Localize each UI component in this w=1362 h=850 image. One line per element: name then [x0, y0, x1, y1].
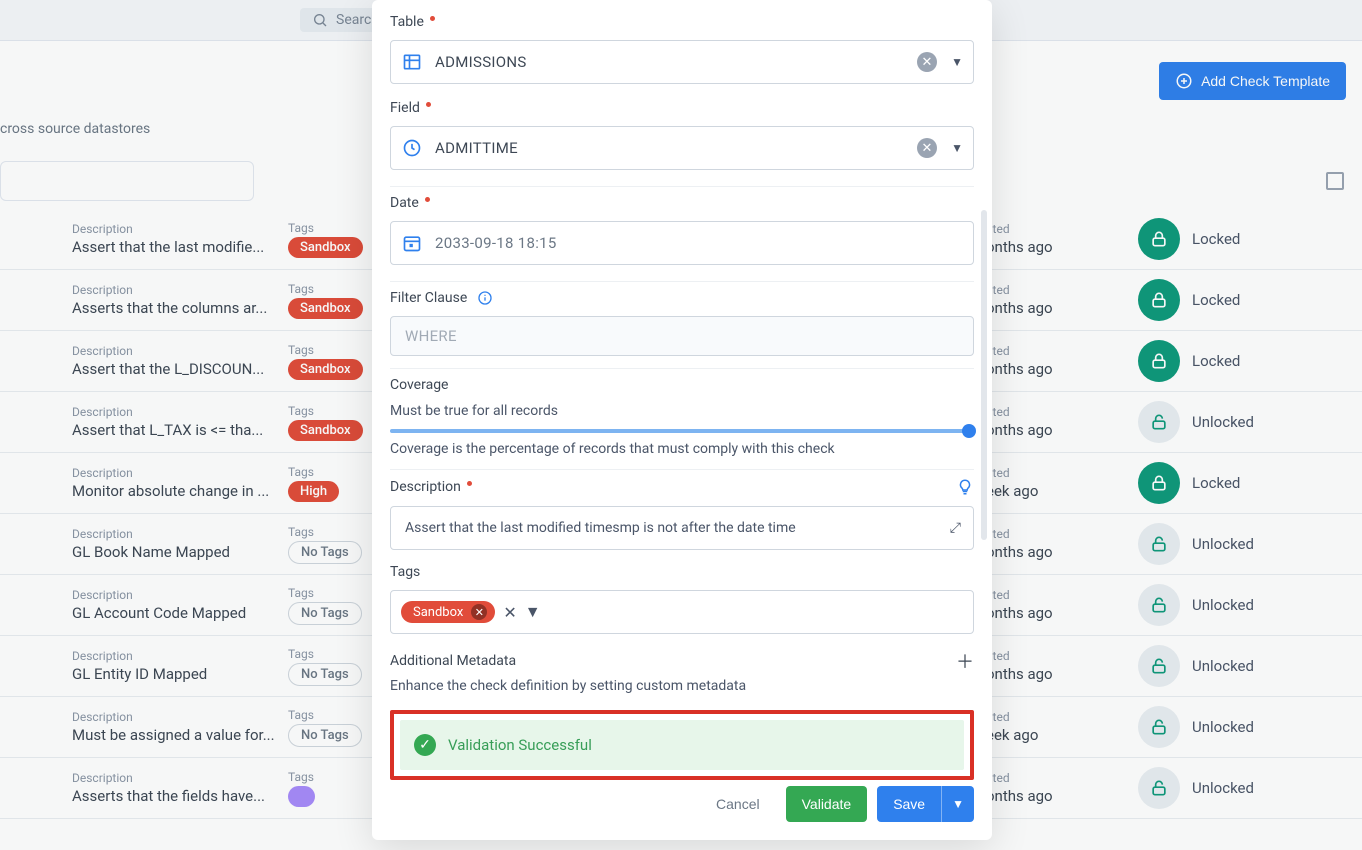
- filter-label: Filter Clause: [390, 290, 974, 306]
- calendar-icon: [401, 232, 423, 254]
- divider: [390, 469, 974, 470]
- info-icon[interactable]: [477, 290, 493, 306]
- field-select[interactable]: ADMITTIME ✕ ▼: [390, 126, 974, 170]
- coverage-line1: Must be true for all records: [390, 403, 974, 419]
- table-select[interactable]: ADMISSIONS ✕ ▼: [390, 40, 974, 84]
- expand-icon[interactable]: ⤢: [950, 520, 961, 536]
- chevron-down-icon[interactable]: ▼: [951, 141, 963, 155]
- clear-icon[interactable]: ✕: [503, 603, 516, 622]
- filter-input[interactable]: WHERE: [390, 316, 974, 356]
- table-field-label: Table: [390, 14, 974, 30]
- tags-label: Tags: [390, 564, 974, 580]
- cancel-button[interactable]: Cancel: [700, 786, 776, 822]
- clear-icon[interactable]: ✕: [917, 52, 937, 72]
- required-dot: [467, 481, 472, 486]
- date-field-label: Date: [390, 195, 974, 211]
- metadata-header: Additional Metadata ＋: [390, 648, 974, 674]
- label-text: Filter Clause: [390, 290, 467, 306]
- required-dot: [430, 16, 435, 21]
- label-text: Coverage: [390, 377, 448, 393]
- modal-footer: Cancel Validate Save ▼: [700, 786, 974, 822]
- description-value: Assert that the last modified timesmp is…: [405, 520, 796, 536]
- date-value: 2033-09-18 18:15: [435, 234, 557, 252]
- bulb-icon[interactable]: [956, 478, 974, 496]
- chevron-down-icon[interactable]: ▼: [525, 602, 541, 622]
- tag-chip-label: Sandbox: [413, 605, 463, 620]
- check-modal: Table ADMISSIONS ✕ ▼ Field ADMITTIME ✕ ▼…: [372, 0, 992, 840]
- table-value: ADMISSIONS: [435, 53, 527, 71]
- description-input[interactable]: Assert that the last modified timesmp is…: [390, 506, 974, 550]
- coverage-help: Coverage is the percentage of records th…: [390, 441, 974, 457]
- scrollbar[interactable]: [981, 210, 987, 540]
- validation-banner: ✓ Validation Successful: [390, 710, 974, 780]
- clear-icon[interactable]: ✕: [917, 138, 937, 158]
- save-button[interactable]: Save: [877, 786, 941, 822]
- label-text: Description: [390, 479, 461, 495]
- validation-msg: Validation Successful: [448, 736, 592, 754]
- divider: [390, 281, 974, 282]
- label-text: Field: [390, 100, 420, 116]
- label-text: Table: [390, 14, 424, 30]
- description-header: Description: [390, 478, 974, 496]
- save-split-button: Save ▼: [877, 786, 974, 822]
- validate-button[interactable]: Validate: [786, 786, 868, 822]
- date-input[interactable]: 2033-09-18 18:15: [390, 221, 974, 265]
- remove-tag-icon[interactable]: ✕: [471, 604, 487, 620]
- label-text: Date: [390, 195, 419, 211]
- tag-chip: Sandbox ✕: [401, 601, 495, 623]
- description-label: Description: [390, 479, 472, 495]
- coverage-slider[interactable]: [390, 429, 974, 433]
- chevron-down-icon[interactable]: ▼: [951, 55, 963, 69]
- divider: [390, 368, 974, 369]
- validation-inner: ✓ Validation Successful: [400, 720, 964, 770]
- required-dot: [425, 197, 430, 202]
- save-caret[interactable]: ▼: [941, 786, 974, 822]
- filter-placeholder: WHERE: [405, 327, 457, 345]
- divider: [390, 186, 974, 187]
- field-field-label: Field: [390, 100, 974, 116]
- field-value: ADMITTIME: [435, 139, 518, 157]
- required-dot: [426, 102, 431, 107]
- label-text: Tags: [390, 564, 420, 580]
- clock-icon: [401, 137, 423, 159]
- table-icon: [401, 51, 423, 73]
- slider-thumb[interactable]: [962, 424, 976, 438]
- check-circle-icon: ✓: [414, 734, 436, 756]
- metadata-label: Additional Metadata: [390, 653, 516, 669]
- tags-select[interactable]: Sandbox ✕ ✕ ▼: [390, 590, 974, 634]
- metadata-help: Enhance the check definition by setting …: [390, 678, 974, 694]
- coverage-label: Coverage: [390, 377, 974, 393]
- add-metadata-icon[interactable]: ＋: [956, 648, 974, 674]
